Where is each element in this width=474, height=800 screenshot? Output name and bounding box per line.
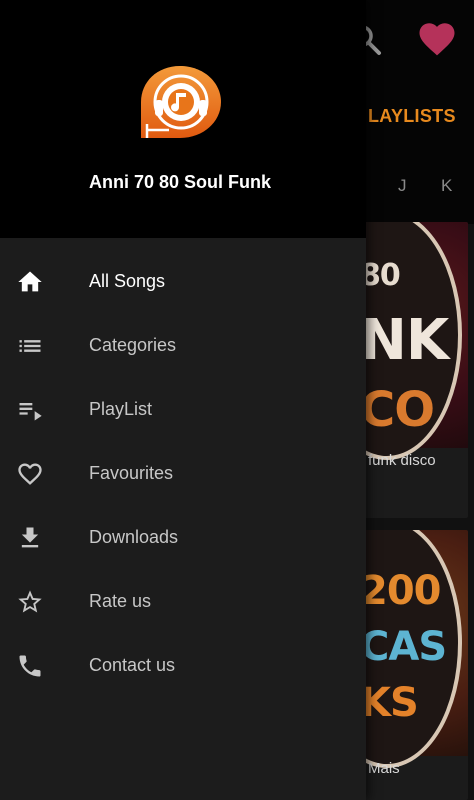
cover-art-text: NK <box>360 308 449 373</box>
menu-item-contact-us[interactable]: Contact us <box>0 634 366 698</box>
star-outline-icon <box>18 590 42 613</box>
tab-playlists[interactable]: LAYLISTS <box>368 106 456 127</box>
home-icon <box>18 271 42 292</box>
heart-outline-icon <box>18 463 42 485</box>
cover-art-text: CO <box>360 382 435 438</box>
alphabet-letter-j[interactable]: J <box>398 176 407 196</box>
playlist-icon <box>19 403 42 421</box>
alphabet-letter-k[interactable]: K <box>441 176 452 196</box>
drawer-menu: All Songs Categories PlayList Favourites <box>0 250 366 698</box>
playlist-card-title: Mais <box>368 760 400 777</box>
playlist-card[interactable]: 200 CAS KS Mais <box>352 530 468 800</box>
menu-item-categories[interactable]: Categories <box>0 314 366 378</box>
list-icon <box>19 340 41 352</box>
menu-item-label: Categories <box>89 335 177 355</box>
app-name: Anni 70 80 Soul Funk <box>88 172 272 192</box>
menu-item-label: PlayList <box>89 399 153 419</box>
playlist-card-title: funk disco <box>368 452 436 469</box>
screen: LAYLISTS J K 80 NK CO funk disco 200 CAS… <box>0 0 474 800</box>
playlist-cover-image: 80 NK CO <box>352 222 468 460</box>
menu-item-label: Contact us <box>89 655 176 675</box>
drawer-header: Anni 70 80 Soul Funk <box>0 0 366 238</box>
cover-art-text: 200 <box>360 568 441 614</box>
menu-item-rate-us[interactable]: Rate us <box>0 570 366 634</box>
menu-item-label: Rate us <box>89 591 152 611</box>
menu-item-downloads[interactable]: Downloads <box>0 506 366 570</box>
menu-item-label: Favourites <box>89 463 174 483</box>
playlist-cover-image: 200 CAS KS <box>352 530 468 768</box>
menu-item-playlist[interactable]: PlayList <box>0 378 366 442</box>
favorite-heart-icon[interactable] <box>416 18 458 60</box>
download-icon <box>21 527 39 548</box>
menu-item-label: Downloads <box>89 527 179 547</box>
playlist-card[interactable]: 80 NK CO funk disco <box>352 222 468 518</box>
menu-item-label: All Songs <box>89 271 166 291</box>
navigation-drawer: Anni 70 80 Soul Funk All Songs Categorie… <box>0 0 366 800</box>
cover-art-text: CAS <box>360 624 447 670</box>
cover-art-text: KS <box>360 680 419 726</box>
menu-item-favourites[interactable]: Favourites <box>0 442 366 506</box>
phone-icon <box>19 655 41 677</box>
menu-item-all-songs[interactable]: All Songs <box>0 250 366 314</box>
app-logo-icon <box>141 66 221 138</box>
